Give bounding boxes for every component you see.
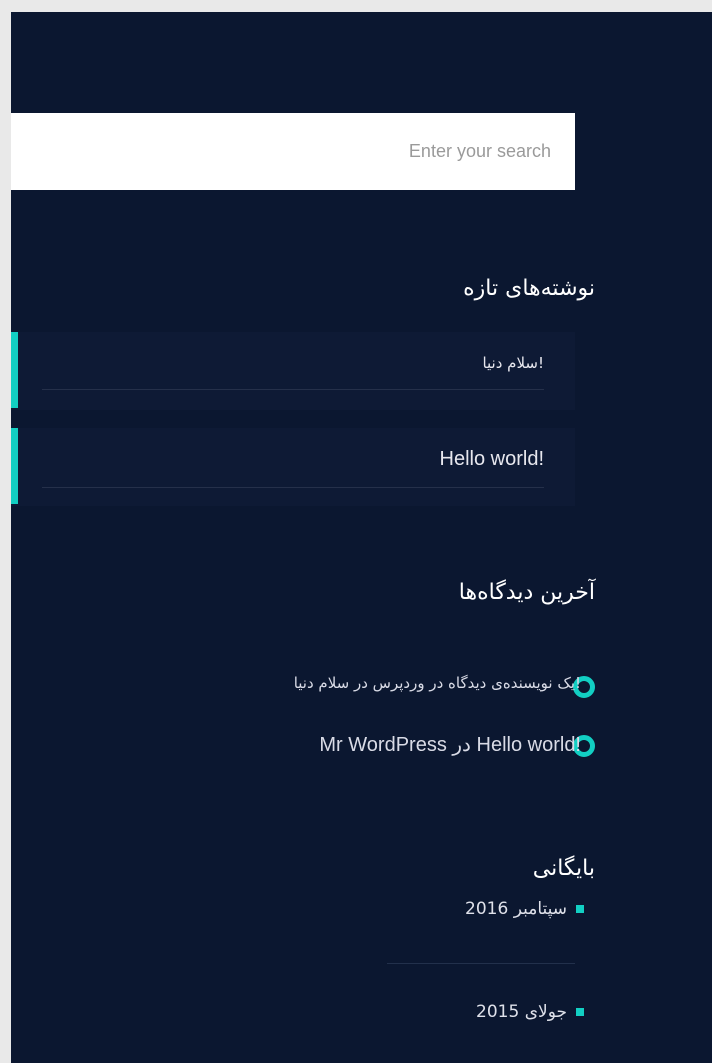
archive-link[interactable]: سپتامبر 2016 — [465, 899, 567, 919]
post-divider — [42, 389, 544, 390]
recent-post-item[interactable]: سلام دنیا! — [11, 332, 575, 410]
post-accent-bar — [11, 428, 18, 504]
search-input[interactable] — [11, 113, 575, 190]
archive-bullet-icon — [576, 1008, 584, 1016]
archive-link[interactable]: جولای 2015 — [476, 1002, 567, 1022]
post-accent-bar — [11, 332, 18, 408]
recent-post-link[interactable]: Hello world! — [440, 448, 544, 471]
comment-item[interactable]: یک نویسنده‌ی دیدگاه در وردپرس در سلام دن… — [294, 674, 581, 692]
recent-posts-heading: نوشته‌های تازه — [463, 276, 595, 301]
sidebar-panel: نوشته‌های تازه سلام دنیا! Hello world! آ… — [11, 12, 712, 1063]
post-divider — [42, 487, 544, 488]
recent-post-item[interactable]: Hello world! — [11, 428, 575, 506]
archive-divider — [387, 963, 575, 964]
archives-heading: بایگانی — [532, 856, 595, 881]
recent-comments-heading: آخرین دیدگاه‌ها — [458, 580, 595, 605]
recent-post-link[interactable]: سلام دنیا! — [482, 354, 544, 372]
comment-item[interactable]: Mr WordPress در Hello world! — [319, 732, 581, 757]
archive-bullet-icon — [576, 905, 584, 913]
